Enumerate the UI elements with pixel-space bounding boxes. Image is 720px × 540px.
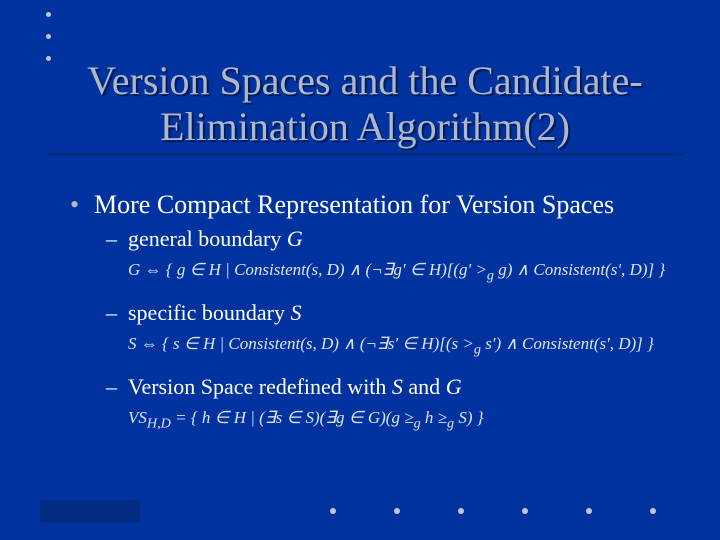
formula-text: VSH,D = { h ∈ H | (∃s ∈ S)(∃g ∈ G)(g ≥g … (128, 408, 484, 427)
accent-bar (40, 500, 140, 522)
bullet-ital: S (291, 300, 302, 325)
formula-text: G ⇔ { g ∈ H | Consistent(s, D) ∧ (¬∃g' ∈… (128, 260, 665, 279)
decor-dot (394, 508, 400, 514)
formula-specific: S ⇔ { s ∈ H | Consistent(s, D) ∧ (¬∃s' ∈… (70, 332, 690, 360)
bullet-level2: specific boundary S (70, 300, 690, 326)
bullet-text: Version Space redefined with (128, 374, 392, 399)
slide-body: More Compact Representation for Version … (70, 190, 690, 449)
decor-dot (330, 508, 336, 514)
decor-dot (522, 508, 528, 514)
decor-dot (458, 508, 464, 514)
bullet-ital: G (287, 226, 303, 251)
bullet-text: and (403, 374, 446, 399)
bullet-level2: Version Space redefined with S and G (70, 374, 690, 400)
bullet-ital: G (446, 374, 462, 399)
decor-dot (46, 56, 51, 61)
bullet-text: general boundary (128, 226, 287, 251)
formula-version-space: VSH,D = { h ∈ H | (∃s ∈ S)(∃g ∈ G)(g ≥g … (70, 406, 690, 434)
decor-dot (586, 508, 592, 514)
bullet-text: specific boundary (128, 300, 291, 325)
bullet-level1: More Compact Representation for Version … (70, 190, 690, 220)
bullet-level2: general boundary G (70, 226, 690, 252)
decor-dot (650, 508, 656, 514)
slide: Version Spaces and the Candidate-Elimina… (0, 0, 720, 540)
formula-text: S ⇔ { s ∈ H | Consistent(s, D) ∧ (¬∃s' ∈… (128, 334, 654, 353)
title-region: Version Spaces and the Candidate-Elimina… (65, 58, 665, 150)
bullet-text: More Compact Representation for Version … (94, 190, 614, 219)
formula-general: G ⇔ { g ∈ H | Consistent(s, D) ∧ (¬∃g' ∈… (70, 258, 690, 286)
decor-dot (46, 12, 51, 17)
slide-title: Version Spaces and the Candidate-Elimina… (65, 58, 665, 150)
bullet-ital: S (392, 374, 403, 399)
decor-dot (46, 34, 51, 39)
